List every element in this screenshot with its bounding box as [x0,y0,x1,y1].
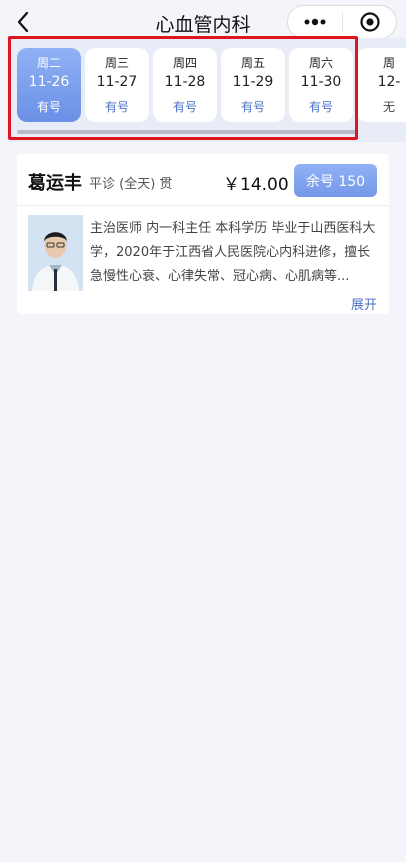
date-day: 11-29 [232,74,274,90]
doctor-description: 主治医师 内一科主任 本科学历 毕业于山西医科大学，2020年于江西省人民医院心… [90,221,376,284]
more-button[interactable] [288,6,342,38]
date-status: 无 [382,100,395,114]
date-day: 11-27 [96,74,138,90]
date-day: 11-28 [164,74,206,90]
doctor-card-header: 葛运丰 平诊 (全天) 贯 ￥14.00 余号 150 [17,154,389,206]
date-weekday: 周三 [104,56,129,70]
date-day: 11-30 [300,74,342,90]
more-dots-icon [304,18,326,26]
date-status: 有号 [104,100,129,114]
date-day: 11-26 [28,74,70,90]
date-tab[interactable]: 周四 11-28 有号 [153,48,217,122]
date-tab[interactable]: 周二 11-26 有号 [17,48,81,122]
date-weekday: 周五 [240,56,265,70]
visit-type: 平诊 (全天) 贯 [89,177,173,192]
mini-program-capsule [287,5,397,39]
date-status: 有号 [172,100,197,114]
expand-link[interactable]: 展开 [351,294,377,313]
date-status: 有号 [240,100,265,114]
date-weekday: 周六 [308,56,333,70]
doctor-name: 葛运丰 [28,173,82,194]
date-weekday: 周二 [36,56,61,70]
date-day: 12- [377,74,401,90]
date-status: 有号 [308,100,333,114]
date-tab[interactable]: 周三 11-27 有号 [85,48,149,122]
date-tab[interactable]: 周五 11-29 有号 [221,48,285,122]
date-status: 有号 [36,100,61,114]
target-icon [359,12,380,32]
date-weekday: 周四 [172,56,197,70]
date-selector[interactable]: 周二 11-26 有号 周三 11-27 有号 周四 11-28 有号 周五 1… [9,38,406,142]
date-track: 周二 11-26 有号 周三 11-27 有号 周四 11-28 有号 周五 1… [9,48,406,122]
date-tab[interactable]: 周六 11-30 有号 [289,48,353,122]
scrollbar[interactable] [17,130,357,134]
remaining-slots-button[interactable]: 余号 150 [294,164,377,197]
close-program-button[interactable] [343,6,396,38]
date-weekday: 周 [382,56,395,70]
doctor-avatar [28,215,83,291]
price: ￥14.00 [223,175,289,195]
date-tab[interactable]: 周 12- 无 [357,48,406,122]
doctor-card[interactable]: 葛运丰 平诊 (全天) 贯 ￥14.00 余号 150 主治医师 内一科主任 本… [17,154,389,314]
